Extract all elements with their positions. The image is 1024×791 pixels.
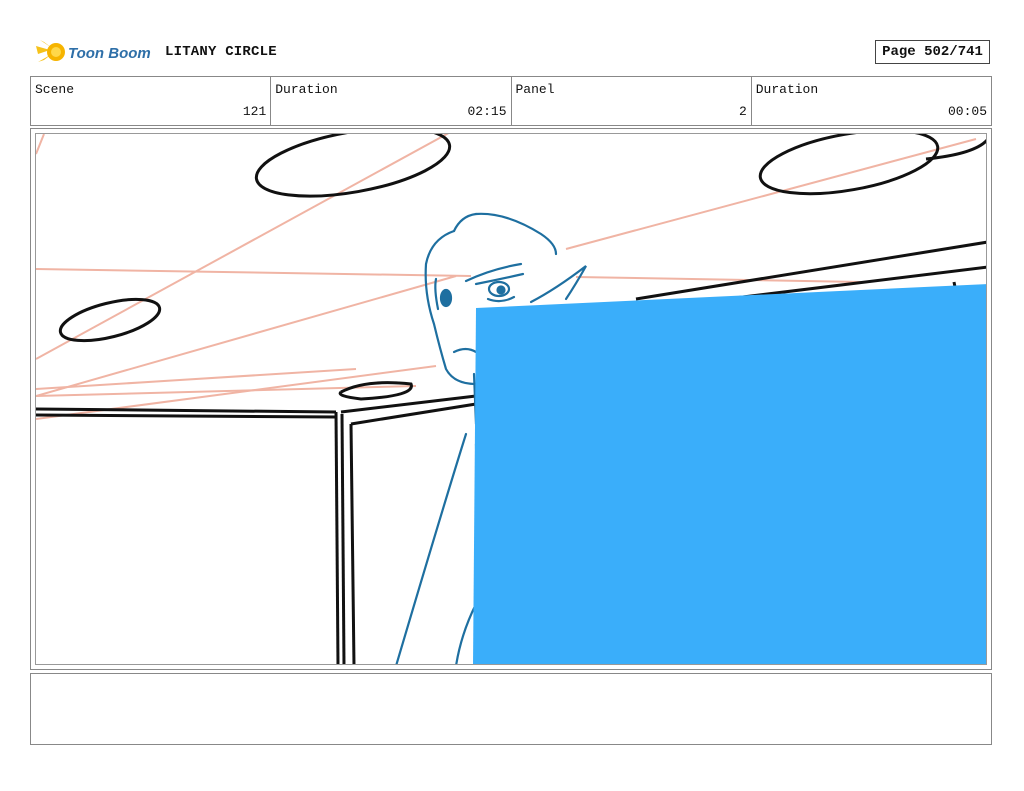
- logo-burst-icon: [36, 40, 65, 62]
- panel-value: 2: [738, 104, 747, 119]
- panel-duration-value: 00:05: [947, 104, 987, 119]
- logo-text: Toon Boom: [68, 45, 151, 62]
- panel-duration-label: Duration: [755, 82, 819, 97]
- scene-duration-value: 02:15: [467, 104, 507, 119]
- panel-cell: Panel 2: [512, 77, 752, 125]
- toon-boom-logo: Toon Boom: [34, 36, 156, 68]
- storyboard-panel-image: [35, 133, 987, 665]
- scene-label: Scene: [35, 82, 75, 97]
- panel-label: Panel: [515, 82, 555, 97]
- scene-info-table: Scene 121 Duration 02:15 Panel 2 Duratio…: [30, 76, 992, 126]
- panel-duration-cell: Duration 00:05: [752, 77, 991, 125]
- scene-value: 121: [242, 104, 267, 119]
- blue-overlay-panel: [473, 284, 986, 664]
- project-title: LITANY CIRCLE: [165, 44, 277, 60]
- scene-cell: Scene 121: [31, 77, 272, 125]
- scene-duration-label: Duration: [275, 82, 338, 97]
- panel-notes-box: [30, 673, 992, 745]
- page-indicator: Page 502/741: [875, 40, 990, 64]
- scene-duration-cell: Duration 02:15: [271, 77, 512, 125]
